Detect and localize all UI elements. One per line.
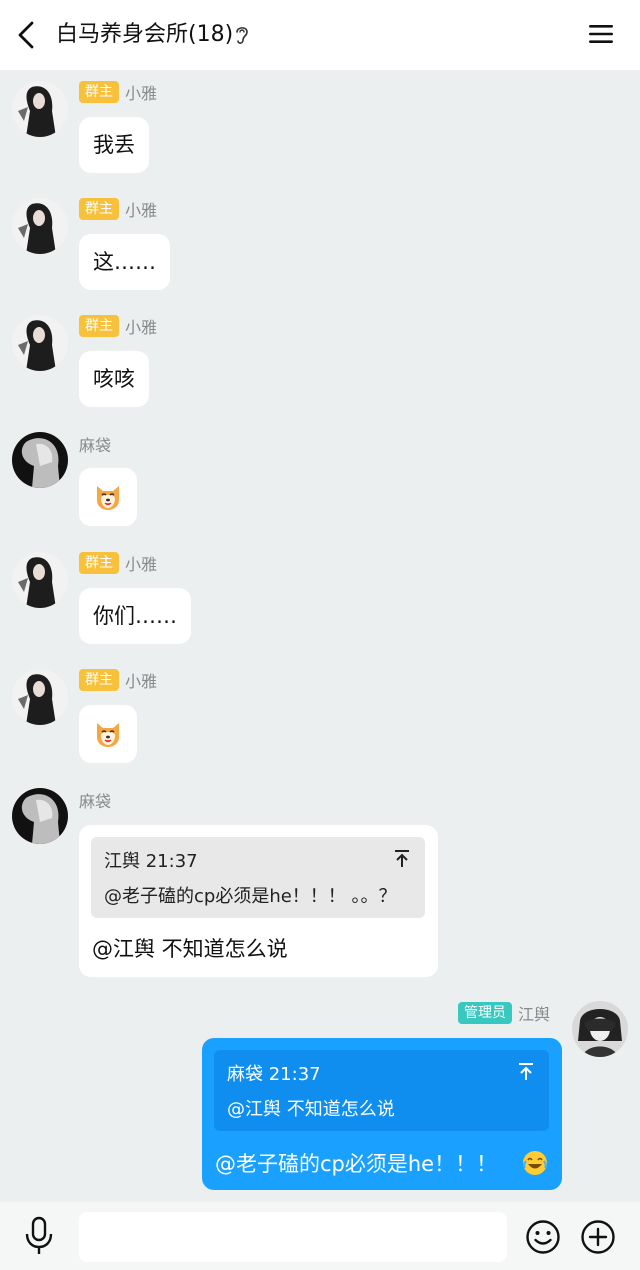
quoted-text: @江舆 不知道怎么说	[227, 1099, 395, 1120]
ear-icon[interactable]	[233, 24, 251, 46]
shiba-face-sticker	[97, 723, 119, 747]
message-meta: 群主 小雅	[79, 551, 157, 575]
quoted-message[interactable]: 江舆 21:37 @老子磕的cp必须是he！！！ 。。？	[91, 837, 425, 918]
sender-name: 小雅	[125, 201, 158, 220]
reply-text: @老子磕的cp必须是he！！！	[215, 1152, 498, 1176]
sender-name: 小雅	[125, 555, 158, 574]
avatar[interactable]	[12, 552, 68, 608]
sender-name: 小雅	[125, 672, 158, 691]
shiba-face-sticker	[97, 486, 119, 510]
message-bubble[interactable]: 我丢	[79, 117, 149, 173]
message-bubble[interactable]: 这……	[79, 234, 170, 290]
quoted-message[interactable]: 麻袋 21:37 @江舆 不知道怎么说	[214, 1050, 549, 1131]
sender-name: 小雅	[125, 84, 158, 103]
avatar[interactable]	[572, 1001, 628, 1057]
reply-bubble[interactable]: 江舆 21:37 @老子磕的cp必须是he！！！ 。。？ @江舆 不知道怎么说	[79, 825, 438, 977]
jump-to-top-icon[interactable]	[393, 849, 411, 869]
back-arrow-icon[interactable]	[14, 20, 40, 50]
admin-badge: 管理员	[458, 1002, 512, 1024]
my-reply-bubble[interactable]: 麻袋 21:37 @江舆 不知道怎么说 @老子磕的cp必须是he！！！	[202, 1038, 562, 1190]
message-input[interactable]	[79, 1212, 507, 1262]
sender-name: 麻袋	[79, 792, 112, 811]
avatar[interactable]	[12, 432, 68, 488]
message-meta: 群主 小雅	[79, 80, 157, 104]
jump-to-top-icon[interactable]	[517, 1062, 535, 1082]
avatar[interactable]	[12, 315, 68, 371]
avatar[interactable]	[12, 788, 68, 844]
owner-badge: 群主	[79, 669, 119, 691]
sender-name: 小雅	[125, 318, 158, 337]
message-meta: 群主 小雅	[79, 197, 157, 221]
message-meta: 群主 小雅	[79, 668, 157, 692]
sticker-bubble[interactable]	[79, 468, 137, 526]
avatar[interactable]	[12, 81, 68, 137]
owner-badge: 群主	[79, 198, 119, 220]
reply-text: @江舆 不知道怎么说	[92, 937, 288, 961]
sticker-bubble[interactable]	[79, 705, 137, 763]
input-bar	[0, 1202, 640, 1270]
message-bubble[interactable]: 你们……	[79, 588, 191, 644]
quoted-text: @老子磕的cp必须是he！！！ 。。？	[104, 886, 397, 907]
avatar[interactable]	[12, 669, 68, 725]
chat-message-list[interactable]: 群主 小雅 我丢 群主 小雅 这…… 群主 小雅 咳咳 麻袋 群主 小雅 你们……	[0, 70, 640, 1202]
plus-circle-icon[interactable]	[580, 1219, 616, 1255]
top-bar: 白马养身会所(18)	[0, 0, 640, 70]
group-title: 白马养身会所(18)	[56, 22, 234, 47]
message-meta: 管理员 江舆	[458, 1001, 550, 1025]
owner-badge: 群主	[79, 81, 119, 103]
quoted-author-time: 麻袋 21:37	[227, 1064, 321, 1085]
sender-name: 江舆	[518, 1005, 551, 1024]
owner-badge: 群主	[79, 552, 119, 574]
message-meta: 群主 小雅	[79, 314, 157, 338]
message-meta: 麻袋	[79, 432, 111, 456]
message-bubble[interactable]: 咳咳	[79, 351, 149, 407]
smiley-icon[interactable]	[525, 1219, 561, 1255]
sender-name: 麻袋	[79, 436, 112, 455]
laughing-tears-emoji	[523, 1151, 547, 1175]
microphone-icon[interactable]	[24, 1216, 54, 1256]
hamburger-menu-icon[interactable]	[588, 22, 614, 46]
avatar[interactable]	[12, 198, 68, 254]
message-meta: 麻袋	[79, 788, 111, 812]
quoted-author-time: 江舆 21:37	[104, 851, 198, 872]
owner-badge: 群主	[79, 315, 119, 337]
